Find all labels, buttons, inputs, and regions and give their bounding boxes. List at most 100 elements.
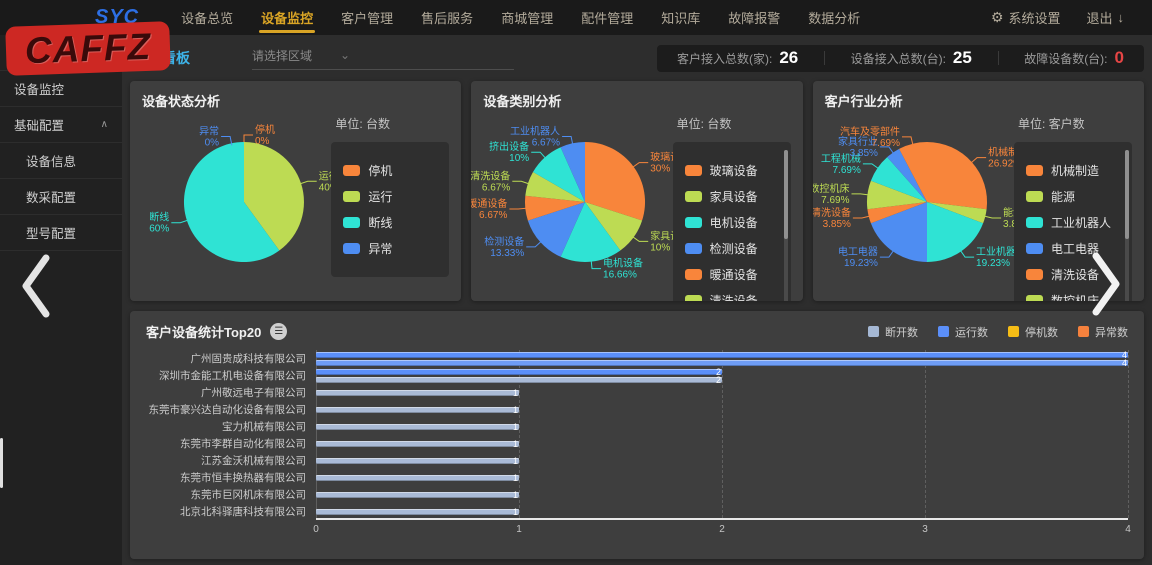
bar-segment[interactable]: 1 [316, 475, 519, 481]
bar-xaxis: 01234 [316, 520, 1128, 538]
nav-item-商城管理[interactable]: 商城管理 [487, 0, 567, 35]
bar-row-label: 宝力机械有限公司 [146, 419, 316, 434]
bar-row-label: 广州固贵成科技有限公司 [146, 351, 316, 366]
sidebar-item-数采配置[interactable]: 数采配置 [0, 179, 122, 215]
stat-divider [998, 51, 999, 65]
bar-track: 1 [316, 418, 1128, 435]
pie-slice-机械制造[interactable] [927, 142, 987, 209]
bar-segment[interactable]: 1 [316, 424, 519, 430]
bar-segment[interactable]: 1 [316, 407, 519, 413]
legend-chip [1026, 191, 1043, 202]
pie-label-电机设备: 电机设备16.66% [603, 257, 643, 281]
nav-item-设备监控[interactable]: 设备监控 [247, 0, 327, 35]
legend-label: 运行数 [955, 324, 988, 340]
bar-segment[interactable]: 1 [316, 458, 519, 464]
legend-column: 单位: 台数 停机运行断线异常 [331, 115, 449, 277]
pie-label-line [880, 250, 894, 257]
bar-segment[interactable]: 1 [316, 492, 519, 498]
bar-track: 1 [316, 503, 1128, 520]
nav-item-设备总览[interactable]: 设备总览 [167, 0, 247, 35]
legend-item-能源[interactable]: 能源 [1026, 188, 1120, 205]
pie-label-line [863, 164, 879, 169]
carousel-next-button[interactable] [1086, 250, 1126, 318]
pie-label-line [510, 208, 528, 209]
pie-label-line [851, 194, 869, 195]
legend-item-工业机器人[interactable]: 工业机器人 [1026, 214, 1120, 231]
bar-row: 东莞市巨冈机床有限公司1 [146, 486, 1128, 503]
bar-track: 1 [316, 401, 1128, 418]
bar-track: 1 [316, 452, 1128, 469]
bar-legend-item-异常数[interactable]: 异常数 [1078, 324, 1128, 340]
x-tick-label: 0 [313, 524, 319, 535]
legend-chip [685, 165, 702, 176]
chart-type-toggle-icon[interactable]: ☰ [270, 323, 287, 340]
legend-item-运行[interactable]: 运行 [343, 188, 437, 205]
pie-chart-customer-industry[interactable]: 机械制造26.92%能源3.85%工业机器人19.23%电工电器19.23%清洗… [815, 107, 1040, 292]
nav-item-售后服务[interactable]: 售后服务 [407, 0, 487, 35]
legend-item-清洗设备[interactable]: 清洗设备 [685, 292, 779, 301]
sidebar-item-设备监控[interactable]: 设备监控 [0, 71, 122, 107]
logout-button[interactable]: 退出 ↓ [1086, 8, 1124, 27]
legend-item-电机设备[interactable]: 电机设备 [685, 214, 779, 231]
nav-item-客户管理[interactable]: 客户管理 [327, 0, 407, 35]
x-tick-label: 2 [719, 524, 725, 535]
pie-label-停机: 停机0% [255, 123, 275, 147]
bar-segment[interactable]: 2 [316, 377, 722, 383]
legend-chip [1026, 165, 1043, 176]
legend-chip [1078, 326, 1089, 337]
bar-row: 东莞市李群自动化有限公司1 [146, 435, 1128, 452]
x-tick-label: 3 [922, 524, 928, 535]
nav-item-故障报警[interactable]: 故障报警 [714, 0, 794, 35]
legend-column: 单位: 台数 玻璃设备家具设备电机设备检测设备暖通设备清洗设备 [673, 115, 791, 301]
legend-item-停机[interactable]: 停机 [343, 162, 437, 179]
bar-track: 1 [316, 435, 1128, 452]
legend-scrollbar-thumb[interactable] [784, 150, 788, 239]
sidebar-item-设备信息[interactable]: 设备信息 [0, 143, 122, 179]
stat-group: 故障设备数(台):0 [1024, 48, 1124, 68]
legend-item-机械制造[interactable]: 机械制造 [1026, 162, 1120, 179]
nav-item-数据分析[interactable]: 数据分析 [794, 0, 874, 35]
pie-label-line [632, 163, 648, 168]
legend-scrollbar-thumb[interactable] [1125, 150, 1129, 239]
gear-icon: ⚙ [991, 9, 1004, 26]
legend-item-暖通设备[interactable]: 暖通设备 [685, 266, 779, 283]
sidebar-item-基础配置[interactable]: 基础配置∧ [0, 107, 122, 143]
bar-chart: 广州固贵成科技有限公司44深圳市金能工机电设备有限公司22广州敬远电子有限公司1… [146, 350, 1128, 538]
legend-item-断线[interactable]: 断线 [343, 214, 437, 231]
legend-item-家具设备[interactable]: 家具设备 [685, 188, 779, 205]
pie-label-line [983, 216, 1001, 218]
bar-segment[interactable]: 4 [316, 360, 1128, 366]
bar-legend-item-断开数[interactable]: 断开数 [868, 324, 918, 340]
sidebar-scrollbar[interactable] [0, 438, 3, 488]
bar-legend-item-停机数[interactable]: 停机数 [1008, 324, 1058, 340]
nav-item-知识库[interactable]: 知识库 [647, 0, 714, 35]
bar-row: 东莞市恒丰换热器有限公司1 [146, 469, 1128, 486]
bar-legend-item-运行数[interactable]: 运行数 [938, 324, 988, 340]
unit-label: 单位: 台数 [673, 115, 791, 132]
legend-scrollbar[interactable] [784, 150, 788, 301]
carousel-prev-button[interactable] [16, 252, 56, 320]
region-select[interactable]: 请选择区域 ⌄ [252, 47, 514, 70]
bar-track: 22 [316, 367, 1128, 384]
pie-chart-device-category[interactable]: 玻璃设备30%家具设备10%电机设备16.66%检测设备13.33%暖通设备6.… [473, 107, 698, 292]
page-title: 统计看板 [134, 48, 190, 68]
pie-label-line [171, 220, 189, 223]
bar-segment[interactable]: 1 [316, 441, 519, 447]
sidebar-item-型号配置[interactable]: 型号配置 [0, 215, 122, 251]
legend-label: 暖通设备 [710, 266, 758, 283]
legend-item-异常[interactable]: 异常 [343, 240, 437, 257]
pie-label-line [960, 250, 974, 257]
legend-item-检测设备[interactable]: 检测设备 [685, 240, 779, 257]
bar-row: 宝力机械有限公司1 [146, 418, 1128, 435]
bar-segment[interactable]: 1 [316, 509, 519, 515]
nav-item-配件管理[interactable]: 配件管理 [567, 0, 647, 35]
bar-segment[interactable]: 1 [316, 390, 519, 396]
legend-item-玻璃设备[interactable]: 玻璃设备 [685, 162, 779, 179]
top-navbar: SYC 设备总览设备监控客户管理售后服务商城管理配件管理知识库故障报警数据分析 … [0, 0, 1152, 35]
sidebar-item-统计看板[interactable]: 统计看板 [0, 35, 122, 71]
bar-segment[interactable]: 4 [316, 352, 1128, 358]
bar-segment[interactable]: 2 [316, 369, 722, 375]
pie-chart-device-status[interactable]: 停机0%运行40%断线60%异常0% [132, 107, 357, 292]
system-settings-button[interactable]: ⚙ 系统设置 [991, 8, 1061, 27]
pie-label-line [299, 181, 317, 184]
